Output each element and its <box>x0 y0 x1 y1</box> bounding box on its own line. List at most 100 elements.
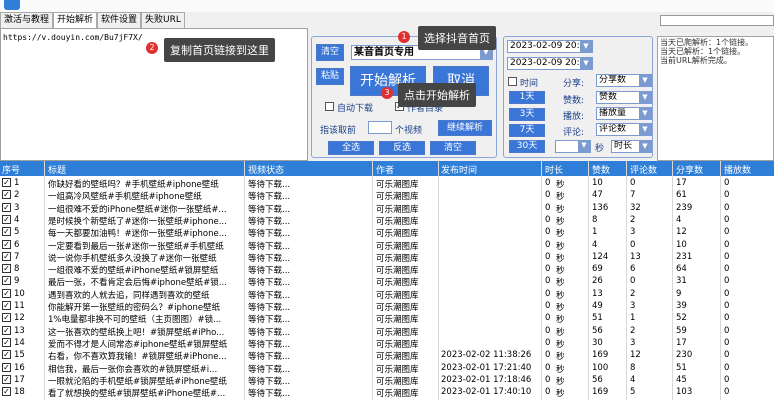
share-sort-select[interactable]: 分享数 ▼ <box>596 74 652 87</box>
table-row[interactable]: ✓ 9 最后一张，不看肯定会后悔#iphone壁纸#锁... 等待下载... 可乐潮图库… <box>0 275 774 287</box>
row-checkbox[interactable]: ✓ <box>2 251 11 261</box>
log-line: 当天已解析：1个链接。 <box>660 47 746 56</box>
row-index: 18 <box>14 387 25 398</box>
row-status: 等待下载... <box>248 364 291 374</box>
row-likes: 13 <box>592 288 603 299</box>
table-row[interactable]: ✓ 11 你能解开第一张壁纸的密码么？#iphone壁纸 等待下载... 可乐潮图库 0 秒… <box>0 300 774 312</box>
table-row[interactable]: ✓ 15 右看，你不喜欢算我输！#锁屏壁纸#iPhone... 等待下载... 可乐潮图… <box>0 349 774 361</box>
col-title[interactable]: 标题 <box>48 163 66 176</box>
select-all-button[interactable]: 全选 <box>328 141 374 155</box>
row-comments: 0 <box>630 239 636 250</box>
day7-button[interactable]: 7天 <box>509 124 545 137</box>
clear-list-button[interactable]: 清空 <box>430 141 476 155</box>
row-duration-unit: 秒 <box>556 376 565 386</box>
row-duration-unit: 秒 <box>556 315 565 325</box>
step-badge-1: 1 <box>398 31 410 43</box>
continue-parse-button[interactable]: 继续解析 <box>438 120 492 136</box>
row-checkbox[interactable]: ✓ <box>2 301 11 310</box>
log-box: 当天已爬解析：1个链接。 当天已解析：1个链接。 当前URL解析完成。 <box>657 36 774 161</box>
row-checkbox[interactable]: ✓ <box>2 374 11 384</box>
row-duration: 0 <box>545 276 551 287</box>
row-checkbox[interactable]: ✓ <box>2 350 11 360</box>
date-end-select[interactable]: 2023-02-09 20:32:43▼ <box>507 57 593 70</box>
row-comments: 5 <box>630 387 636 398</box>
row-duration: 0 <box>545 374 551 385</box>
seconds-select[interactable]: ▼ <box>555 140 591 153</box>
tab-activate[interactable]: 激活与教程 <box>0 12 54 28</box>
date-start-select[interactable]: 2023-02-09 20:32:43▼ <box>507 40 593 53</box>
row-checkbox[interactable]: ✓ <box>2 276 11 286</box>
day30-button[interactable]: 30天 <box>509 140 545 153</box>
table-row[interactable]: ✓ 4 是时候换个新壁纸了#迷你一张壁纸#iphone... 等待下载... 可乐潮图库… <box>0 214 774 226</box>
row-checkbox[interactable]: ✓ <box>2 337 11 347</box>
row-shares: 9 <box>676 288 682 299</box>
row-likes: 26 <box>592 276 603 287</box>
col-index[interactable]: 序号 <box>2 163 20 176</box>
play-sort-select[interactable]: 播放量 ▼ <box>596 107 652 120</box>
table-row[interactable]: ✓ 12 1%电量都非换不可的壁纸（主页图图）#锁... 等待下载... 可乐潮图库 0 秒… <box>0 312 774 324</box>
row-duration-unit: 秒 <box>556 204 565 214</box>
table-row[interactable]: ✓ 10 遇到喜欢的人就去追，同样遇到喜欢的壁纸 等待下载... 可乐潮图库 0 秒 13 2 9… <box>0 288 774 300</box>
day1-button[interactable]: 1天 <box>509 91 545 104</box>
table-row[interactable]: ✓ 5 每一天都要加油鸭！#迷你一张壁纸#iphone... 等待下载... 可乐潮图库… <box>0 226 774 238</box>
tab-settings[interactable]: 软件设置 <box>97 12 142 28</box>
col-shares[interactable]: 分享数 <box>676 163 703 176</box>
col-author[interactable]: 作者 <box>376 163 394 176</box>
row-checkbox[interactable]: ✓ <box>2 264 11 274</box>
row-plays: 0 <box>724 178 730 188</box>
table-row[interactable]: ✓ 16 相信我，最后一张你会喜欢的#锁屏壁纸#i... 等待下载... 可乐潮图库 20… <box>0 362 774 374</box>
table-row[interactable]: ✓ 2 一组高冷风壁纸#手机壁纸#iphone壁纸 等待下载... 可乐潮图库 0 秒 47 7… <box>0 189 774 201</box>
clear-button[interactable]: 清空 <box>316 44 344 61</box>
row-checkbox[interactable]: ✓ <box>2 387 11 397</box>
row-author: 可乐潮图库 <box>376 364 419 374</box>
row-duration: 0 <box>545 239 551 250</box>
row-checkbox[interactable]: ✓ <box>2 190 11 200</box>
tab-bar: 激活与教程 开始解析 软件设置 失败URL <box>0 12 185 28</box>
like-sort-select[interactable]: 赞数 ▼ <box>596 91 652 104</box>
row-checkbox[interactable]: ✓ <box>2 288 11 298</box>
tab-start-parse[interactable]: 开始解析 <box>53 12 98 28</box>
top-right-field[interactable] <box>660 15 774 26</box>
row-checkbox[interactable]: ✓ <box>2 239 11 249</box>
row-checkbox[interactable]: ✓ <box>2 227 11 237</box>
col-plays[interactable]: 播放数 <box>724 163 751 176</box>
invert-select-button[interactable]: 反选 <box>379 141 425 155</box>
table-row[interactable]: ✓ 13 这一张喜欢的壁纸换上吧！#锁屏壁纸#iPho... 等待下载... 可乐潮图库… <box>0 325 774 337</box>
col-comments[interactable]: 评论数 <box>630 163 657 176</box>
day3-button[interactable]: 3天 <box>509 108 545 121</box>
share-label: 分享: <box>563 79 585 89</box>
table-row[interactable]: ✓ 18 看了就想换的壁纸#锁屏壁纸#iPhone壁纸#... 等待下载... 可乐潮图… <box>0 386 774 398</box>
col-status[interactable]: 视频状态 <box>248 163 284 176</box>
row-plays: 0 <box>724 301 730 311</box>
col-duration[interactable]: 时长 <box>545 163 563 176</box>
row-title: 一眼就沦陷的手机壁纸#锁屏壁纸#iPhone壁纸 <box>48 376 227 386</box>
column-divider <box>244 161 245 400</box>
table-row[interactable]: ✓ 3 一组很难不爱的iPhone壁纸#迷你一张壁纸#... 等待下载... 可乐潮图库… <box>0 202 774 214</box>
row-duration-unit: 秒 <box>556 339 565 349</box>
row-checkbox[interactable]: ✓ <box>2 214 11 224</box>
table-row[interactable]: ✓ 6 一定要看到最后一张#迷你一张壁纸#手机壁纸 等待下载... 可乐潮图库 0 秒 4 0 1… <box>0 239 774 251</box>
comment-sort-select[interactable]: 评论数 ▼ <box>596 123 652 136</box>
row-shares: 61 <box>676 190 687 201</box>
table-row[interactable]: ✓ 17 一眼就沦陷的手机壁纸#锁屏壁纸#iPhone壁纸 等待下载... 可乐潮图库 2… <box>0 374 774 386</box>
table-row[interactable]: ✓ 7 说一说你手机壁纸多久没换了#迷你一张壁纸 等待下载... 可乐潮图库 0 秒 124 1… <box>0 251 774 263</box>
col-publish-time[interactable]: 发布时间 <box>441 163 477 176</box>
chevron-down-icon: ▼ <box>639 141 651 152</box>
row-publish-time: 2023-02-01 17:40:10 <box>441 387 532 398</box>
row-checkbox[interactable]: ✓ <box>2 362 11 372</box>
pre-fetch-input[interactable] <box>368 121 392 134</box>
table-row[interactable]: ✓ 8 一组很难不爱的壁纸#iPhone壁纸#锁屏壁纸 等待下载... 可乐潮图库 0 秒 6… <box>0 263 774 275</box>
table-row[interactable]: ✓ 1 你缺好看的壁纸吗？#手机壁纸#iphone壁纸 等待下载... 可乐潮图库 0 秒 1… <box>0 177 774 189</box>
col-likes[interactable]: 赞数 <box>592 163 610 176</box>
paste-button[interactable]: 粘贴 <box>316 68 344 85</box>
row-checkbox[interactable]: ✓ <box>2 313 11 323</box>
tab-failed-url[interactable]: 失败URL <box>141 12 185 28</box>
time-sort-select[interactable]: 时长 ▼ <box>611 140 652 153</box>
row-checkbox[interactable]: ✓ <box>2 325 11 335</box>
table-row[interactable]: ✓ 14 爱而不得才是人间常态#iphone壁纸#锁屏壁纸 等待下载... 可乐潮图库 0… <box>0 337 774 349</box>
row-checkbox[interactable]: ✓ <box>2 178 11 187</box>
auto-download-checkbox[interactable] <box>325 102 334 111</box>
row-checkbox[interactable]: ✓ <box>2 202 11 212</box>
row-plays: 0 <box>724 239 730 250</box>
time-filter-checkbox[interactable] <box>508 77 517 86</box>
